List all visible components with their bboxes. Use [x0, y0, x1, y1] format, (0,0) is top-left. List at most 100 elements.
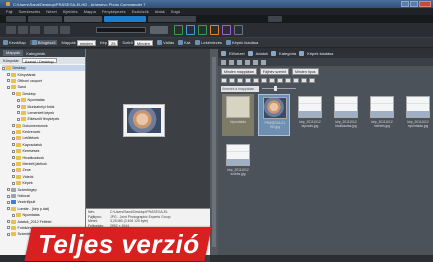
menu-item-edit[interactable]: Szerkesztés	[18, 9, 40, 14]
category-button[interactable]: Kat.	[178, 40, 191, 45]
filter-dropdown[interactable]: Szűrő Minden	[122, 39, 153, 46]
view-mode-icon[interactable]	[245, 77, 251, 83]
mode-tab-extra[interactable]	[268, 16, 282, 22]
mode-tab-view[interactable]	[28, 16, 62, 22]
rotate-tool-icon[interactable]	[186, 25, 195, 35]
details-icon[interactable]	[245, 59, 250, 65]
pen-tool-icon[interactable]	[210, 25, 219, 35]
view-mode-icon[interactable]	[229, 77, 235, 83]
switch-button[interactable]: Váltás	[157, 40, 174, 45]
expand-toggle-icon[interactable]	[17, 117, 20, 121]
search-input[interactable]: Keresés a mappában	[221, 85, 259, 92]
sort-dropdown[interactable]: Fájlnév szerint	[259, 67, 289, 75]
view-mode-icon[interactable]	[293, 77, 299, 83]
expand-toggle-icon[interactable]	[12, 168, 15, 172]
expand-toggle-icon[interactable]	[12, 149, 15, 153]
expand-toggle-icon[interactable]	[17, 98, 20, 102]
expand-toggle-icon[interactable]	[12, 92, 15, 96]
export-panel-icon[interactable]	[299, 51, 305, 56]
expand-toggle-icon[interactable]	[12, 124, 15, 128]
folders-filter[interactable]: Mappák minden	[61, 39, 96, 46]
mode-tab-edit[interactable]	[64, 16, 102, 22]
arrow-tool-icon[interactable]	[222, 25, 231, 35]
expand-toggle-icon[interactable]	[7, 220, 10, 224]
panel-splitter[interactable]	[210, 49, 218, 255]
expand-toggle-icon[interactable]	[7, 194, 10, 198]
category-panel-icon[interactable]	[271, 51, 277, 56]
menu-item-tools[interactable]: Eszközök	[132, 9, 149, 14]
export-button[interactable]: Képek kiadása	[225, 40, 258, 45]
type-dropdown[interactable]: Minden típus	[291, 67, 319, 75]
expand-toggle-icon[interactable]	[17, 105, 20, 109]
menu-item-help[interactable]: Súgó	[171, 9, 180, 14]
expand-toggle-icon[interactable]	[7, 200, 10, 204]
thumbnail[interactable]: kép_20111012 lapozás.jpg	[294, 94, 326, 136]
mode-tab-develop[interactable]	[104, 16, 146, 22]
view-mode-icon[interactable]	[221, 77, 227, 83]
scope-dropdown[interactable]: Minden mappában	[221, 67, 257, 75]
data-icon[interactable]	[247, 51, 253, 56]
thumbnail-size-slider[interactable]	[262, 86, 296, 91]
image-filter[interactable]: Kép 25	[100, 39, 119, 46]
path-field[interactable]	[96, 27, 146, 33]
query-button[interactable]: Lekérdezés	[195, 40, 222, 45]
close-button[interactable]	[419, 1, 431, 7]
mode-tab-online[interactable]	[148, 16, 196, 22]
library-label[interactable]: Könyvtár	[3, 58, 19, 63]
category-tab[interactable]: Kategória	[279, 51, 296, 56]
preview-icon[interactable]	[221, 51, 226, 56]
export-tab[interactable]: Képek kiadása	[307, 51, 333, 56]
view-mode-icon[interactable]	[269, 77, 275, 83]
view-mode-icon[interactable]	[237, 77, 243, 83]
data-tab[interactable]: Adatok	[256, 51, 268, 56]
expand-toggle-icon[interactable]	[7, 232, 10, 236]
list-icon[interactable]	[237, 59, 242, 65]
rectangle-tool-icon[interactable]	[198, 25, 207, 35]
expand-toggle-icon[interactable]	[17, 111, 20, 115]
view-mode-icon[interactable]	[277, 77, 283, 83]
thumbnail[interactable]: kép_20111012 mentés.jpg	[366, 94, 398, 136]
thumbnail[interactable]: kép_20111012 kiválasztás.jpg	[330, 94, 362, 136]
tab-folders[interactable]: Mappák	[3, 50, 24, 56]
expand-toggle-icon[interactable]	[12, 130, 15, 134]
expand-toggle-icon[interactable]	[7, 73, 10, 77]
expand-toggle-icon[interactable]	[2, 66, 5, 70]
expand-toggle-icon[interactable]	[12, 162, 15, 166]
menu-item-window[interactable]: Ablak	[155, 9, 165, 14]
slider-knob[interactable]	[274, 86, 277, 91]
expand-toggle-icon[interactable]	[12, 136, 15, 140]
expand-toggle-icon[interactable]	[12, 143, 15, 147]
thumbnail[interactable]: kép_20111012 szűrés.jpg	[222, 142, 254, 184]
view-mode-icon[interactable]	[261, 77, 267, 83]
menu-item-view[interactable]: Nézet	[46, 9, 56, 14]
preview-image[interactable]	[123, 104, 165, 137]
view-mode-icon[interactable]	[285, 77, 291, 83]
thumbnail[interactable]: PRÁSEGA-EL HD.jpg	[258, 94, 290, 136]
expand-toggle-icon[interactable]	[7, 207, 10, 211]
image-filter-field[interactable]: 25	[107, 39, 119, 46]
star-icon[interactable]	[261, 59, 266, 65]
maximize-button[interactable]	[410, 1, 418, 7]
refresh-button[interactable]	[44, 26, 58, 34]
folders-filter-field[interactable]: minden	[76, 39, 96, 46]
filter-icon[interactable]	[253, 59, 258, 65]
grid-icon[interactable]	[229, 59, 234, 65]
view-toggle-button[interactable]	[150, 26, 168, 34]
sort-icon[interactable]	[221, 59, 226, 65]
home-button[interactable]	[60, 26, 70, 34]
expand-toggle-icon[interactable]	[7, 188, 10, 192]
expand-toggle-icon[interactable]	[12, 213, 15, 217]
expand-toggle-icon[interactable]	[12, 175, 15, 179]
browser-tab[interactable]: Böngésző	[29, 40, 58, 45]
tab-categories[interactable]: Kategóriák	[26, 51, 45, 56]
view-mode-icon[interactable]	[253, 77, 259, 83]
minimize-button[interactable]	[401, 1, 409, 7]
location-dropdown[interactable]: Asztal / Desktop	[21, 58, 57, 64]
thumbnail[interactable]: Nyomtatás	[222, 94, 254, 136]
expand-toggle-icon[interactable]	[12, 156, 15, 160]
expand-toggle-icon[interactable]	[7, 79, 10, 83]
forward-button[interactable]	[18, 26, 28, 34]
settings-tool-icon[interactable]	[234, 25, 243, 35]
mode-tab-manage[interactable]	[6, 16, 26, 22]
menu-item-file[interactable]: Fájl	[6, 9, 12, 14]
